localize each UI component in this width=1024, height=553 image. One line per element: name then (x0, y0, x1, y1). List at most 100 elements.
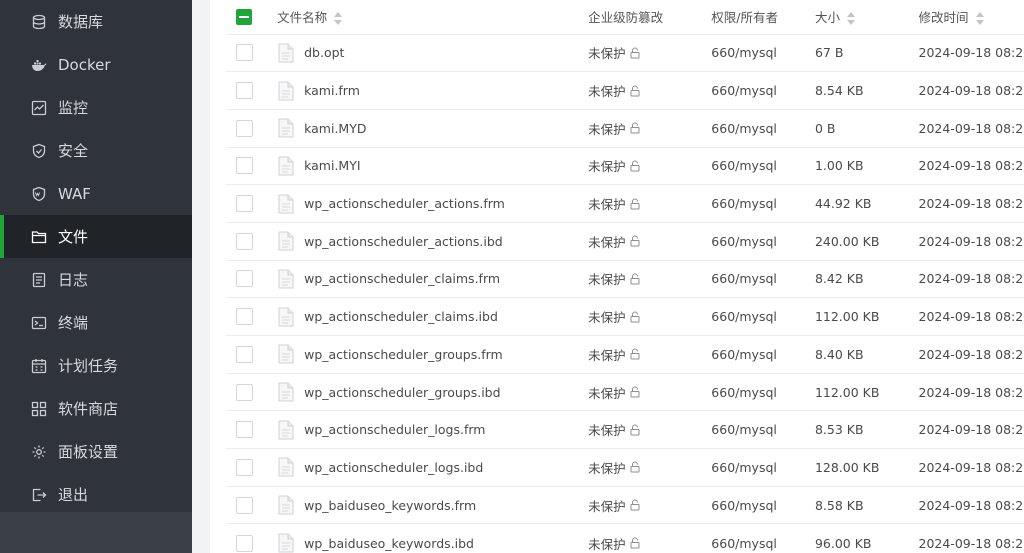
sidebar-item[interactable]: 软件商店 (0, 387, 192, 430)
table-row[interactable]: wp_actionscheduler_logs.ibd 未保护 660/mysql 1… (226, 448, 1024, 487)
tamper-status[interactable]: 未保护 (588, 307, 626, 326)
table-row[interactable]: kami.MYI 未保护 660/mysql 1.00 KB 2024-09-18 08… (226, 147, 1024, 185)
permission-owner[interactable]: 660/mysql (711, 45, 777, 60)
unlock-icon[interactable] (629, 235, 641, 247)
file-name[interactable]: wp_actionscheduler_claims.ibd (304, 309, 498, 324)
sidebar-item[interactable]: 面板设置 (0, 430, 192, 473)
tamper-status[interactable]: 未保护 (588, 269, 626, 288)
table-row[interactable]: wp_actionscheduler_actions.ibd 未保护 660/mys… (226, 222, 1024, 260)
sidebar-item[interactable]: 监控 (0, 86, 192, 129)
permission-owner[interactable]: 660/mysql (711, 83, 777, 98)
permission-owner[interactable]: 660/mysql (711, 121, 777, 136)
unlock-icon[interactable] (629, 47, 641, 59)
file-name[interactable]: kami.frm (304, 83, 360, 98)
unlock-icon[interactable] (629, 311, 641, 323)
select-all-checkbox[interactable] (236, 9, 252, 25)
unlock-icon[interactable] (629, 348, 641, 360)
header-size[interactable]: 大小 (815, 10, 840, 25)
table-row[interactable]: wp_baiduseo_keywords.ibd 未保护 660/mysql 96.0… (226, 523, 1024, 553)
sidebar-item[interactable]: 安全 (0, 129, 192, 172)
file-name[interactable]: wp_baiduseo_keywords.frm (304, 498, 476, 513)
sidebar-item[interactable]: 终端 (0, 301, 192, 344)
file-name[interactable]: wp_actionscheduler_groups.frm (304, 347, 503, 362)
unlock-icon[interactable] (629, 537, 641, 549)
sort-icon[interactable] (846, 11, 856, 26)
row-checkbox[interactable] (236, 383, 253, 401)
unlock-icon[interactable] (629, 85, 641, 97)
tamper-status[interactable]: 未保护 (588, 232, 626, 251)
permission-owner[interactable]: 660/mysql (711, 460, 777, 475)
permission-owner[interactable]: 660/mysql (711, 536, 777, 551)
header-file-name[interactable]: 文件名称 (277, 10, 327, 25)
row-checkbox[interactable] (236, 345, 253, 363)
permission-owner[interactable]: 660/mysql (711, 309, 777, 324)
sidebar-item[interactable]: 日志 (0, 258, 192, 301)
permission-owner[interactable]: 660/mysql (711, 422, 777, 437)
sidebar-item[interactable]: 计划任务 (0, 344, 192, 387)
unlock-icon[interactable] (629, 160, 641, 172)
table-row[interactable]: kami.frm 未保护 660/mysql 8.54 KB 2024-09-18 08… (226, 71, 1024, 110)
row-checkbox[interactable] (236, 308, 253, 326)
row-checkbox[interactable] (236, 119, 253, 137)
permission-owner[interactable]: 660/mysql (711, 196, 777, 211)
sort-icon[interactable] (334, 11, 343, 26)
tamper-status[interactable]: 未保护 (588, 496, 626, 515)
row-checkbox[interactable] (236, 458, 253, 476)
sort-icon[interactable] (975, 11, 985, 26)
table-row[interactable]: wp_actionscheduler_groups.ibd 未保护 660/mysq… (226, 373, 1024, 411)
tamper-status[interactable]: 未保护 (588, 420, 626, 439)
table-row[interactable]: wp_actionscheduler_groups.frm 未保护 660/mysq… (226, 335, 1024, 374)
tamper-status[interactable]: 未保护 (588, 534, 626, 553)
table-row[interactable]: db.opt 未保护 660/mysql 67 B 2024-09-18 08:25:0 (226, 34, 1024, 72)
unlock-icon[interactable] (629, 499, 641, 511)
permission-owner[interactable]: 660/mysql (711, 158, 777, 173)
file-name[interactable]: wp_baiduseo_keywords.ibd (304, 536, 474, 551)
row-checkbox[interactable] (236, 270, 253, 288)
permission-owner[interactable]: 660/mysql (711, 271, 777, 286)
file-name[interactable]: kami.MYD (304, 121, 366, 136)
unlock-icon[interactable] (629, 122, 641, 134)
table-row[interactable]: wp_actionscheduler_actions.frm 未保护 660/mys… (226, 184, 1024, 223)
unlock-icon[interactable] (629, 386, 641, 398)
unlock-icon[interactable] (629, 461, 641, 473)
table-row[interactable]: kami.MYD 未保护 660/mysql 0 B 2024-09-18 08:25:… (226, 109, 1024, 147)
sidebar-item[interactable]: 文件 (0, 215, 192, 258)
tamper-status[interactable]: 未保护 (588, 383, 626, 402)
file-name[interactable]: wp_actionscheduler_actions.frm (304, 196, 505, 211)
row-checkbox[interactable] (236, 534, 253, 552)
file-name[interactable]: wp_actionscheduler_logs.frm (304, 422, 485, 437)
table-row[interactable]: wp_actionscheduler_claims.ibd 未保护 660/mysq… (226, 297, 1024, 336)
tamper-status[interactable]: 未保护 (588, 194, 626, 213)
file-name[interactable]: wp_actionscheduler_groups.ibd (304, 385, 500, 400)
file-name[interactable]: wp_actionscheduler_logs.ibd (304, 460, 483, 475)
sidebar-item[interactable]: Docker (0, 43, 192, 86)
permission-owner[interactable]: 660/mysql (711, 385, 777, 400)
row-checkbox[interactable] (236, 496, 253, 514)
file-name[interactable]: db.opt (304, 45, 344, 60)
permission-owner[interactable]: 660/mysql (711, 234, 777, 249)
sidebar-item[interactable]: WAF (0, 172, 192, 215)
file-name[interactable]: wp_actionscheduler_actions.ibd (304, 234, 503, 249)
row-checkbox[interactable] (236, 421, 253, 439)
tamper-status[interactable]: 未保护 (588, 43, 626, 62)
tamper-status[interactable]: 未保护 (588, 156, 626, 175)
tamper-status[interactable]: 未保护 (588, 345, 626, 364)
unlock-icon[interactable] (629, 273, 641, 285)
sidebar-item[interactable]: 数据库 (0, 0, 192, 43)
row-checkbox[interactable] (236, 44, 253, 62)
sidebar-item[interactable]: 退出 (0, 473, 192, 516)
table-row[interactable]: wp_actionscheduler_claims.frm 未保护 660/mysq… (226, 260, 1024, 298)
row-checkbox[interactable] (236, 82, 253, 100)
row-checkbox[interactable] (236, 157, 253, 175)
unlock-icon[interactable] (629, 424, 641, 436)
row-checkbox[interactable] (236, 195, 253, 213)
table-row[interactable]: wp_baiduseo_keywords.frm 未保护 660/mysql 8.58… (226, 486, 1024, 524)
table-row[interactable]: wp_actionscheduler_logs.frm 未保护 660/mysql 8… (226, 410, 1024, 449)
tamper-status[interactable]: 未保护 (588, 81, 626, 100)
file-name[interactable]: kami.MYI (304, 158, 360, 173)
file-name[interactable]: wp_actionscheduler_claims.frm (304, 271, 500, 286)
header-modified-time[interactable]: 修改时间 (919, 10, 969, 25)
row-checkbox[interactable] (236, 232, 253, 250)
permission-owner[interactable]: 660/mysql (711, 347, 777, 362)
tamper-status[interactable]: 未保护 (588, 119, 626, 138)
